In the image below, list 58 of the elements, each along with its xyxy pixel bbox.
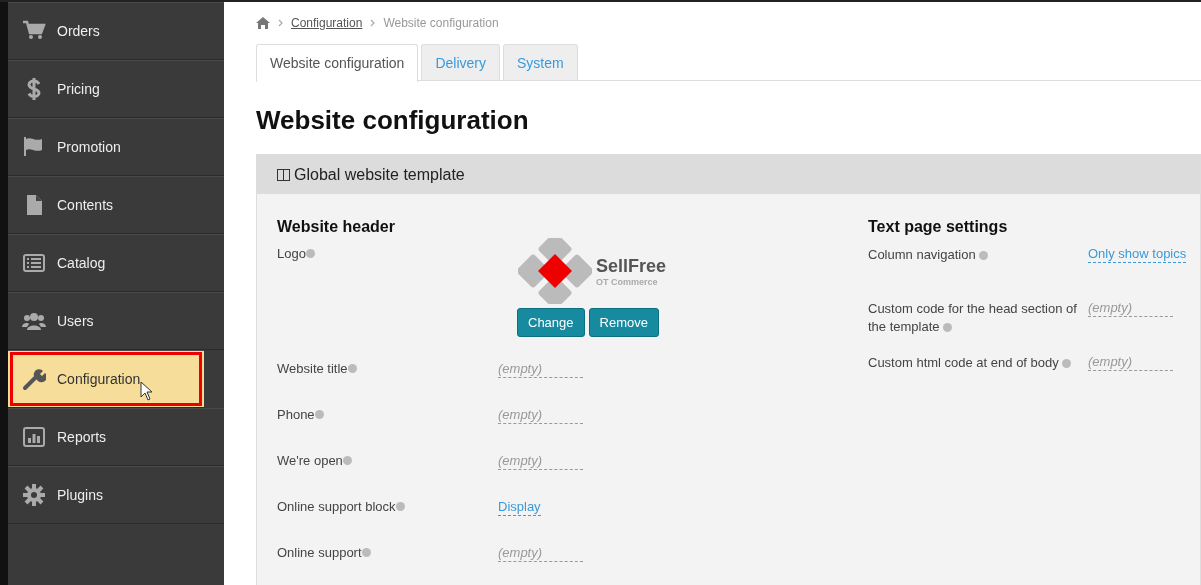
- chevron-icon: [370, 19, 376, 27]
- sidebar-item[interactable]: Pricing: [8, 60, 224, 118]
- help-icon: [342, 456, 352, 465]
- tab[interactable]: Website configuration: [256, 44, 419, 82]
- field-label: Custom code for the head section of the template: [868, 300, 1078, 336]
- logo-mark-icon: [518, 238, 592, 304]
- value-link[interactable]: Only show topics: [1088, 246, 1187, 263]
- sidebar-item[interactable]: Promotion: [8, 118, 224, 176]
- breadcrumb-link[interactable]: Configuration: [291, 16, 363, 30]
- section-heading: Website header: [277, 218, 396, 236]
- field-label: Logo: [277, 246, 518, 361]
- section-heading: Text page settings: [868, 218, 1009, 236]
- help-icon: [943, 323, 953, 332]
- tab[interactable]: Delivery: [421, 44, 500, 80]
- columns-icon: [277, 168, 290, 181]
- logo-action-button[interactable]: Remove: [588, 308, 659, 337]
- empty-value-link[interactable]: (empty): [1088, 354, 1173, 371]
- help-icon: [305, 249, 315, 258]
- list-icon: [22, 251, 46, 275]
- help-icon: [1062, 359, 1072, 368]
- gear-icon: [22, 483, 46, 507]
- help-icon: [361, 548, 371, 557]
- field-label: Online support: [277, 545, 498, 585]
- home-icon: [256, 17, 270, 29]
- empty-value-link[interactable]: (empty): [498, 407, 583, 424]
- tab[interactable]: System: [502, 44, 578, 80]
- sidebar-item[interactable]: Users: [8, 292, 224, 350]
- logo-brand-name: SellFree: [596, 255, 667, 277]
- value-link[interactable]: Display: [498, 499, 541, 516]
- sidebar-item[interactable]: Plugins: [8, 466, 224, 524]
- bar-chart-icon: [22, 425, 46, 449]
- page-title: Website configuration: [256, 105, 530, 136]
- field-label: We're open: [277, 453, 498, 499]
- help-icon: [314, 410, 324, 419]
- help-icon: [979, 251, 989, 260]
- sidebar-item[interactable]: Orders: [8, 2, 224, 60]
- wrench-icon: [22, 367, 46, 391]
- panel-title: Global website template: [294, 165, 465, 184]
- sidebar-item[interactable]: Configuration: [8, 350, 204, 408]
- cursor-icon: [140, 381, 153, 401]
- sidebar-item[interactable]: Catalog: [8, 234, 224, 292]
- field-label: Custom html code at end of body: [868, 354, 1088, 400]
- help-icon: [347, 364, 357, 373]
- logo-action-button[interactable]: Change: [517, 308, 585, 337]
- empty-value-link[interactable]: (empty): [498, 453, 583, 470]
- help-icon: [395, 502, 405, 511]
- field-label: Online support block: [277, 499, 498, 545]
- field-label: Column navigation: [868, 246, 1088, 292]
- chevron-icon: [278, 19, 283, 27]
- field-label: Website title: [277, 361, 498, 407]
- empty-value-link[interactable]: (empty): [498, 361, 583, 378]
- sidebar-item[interactable]: Contents: [8, 176, 224, 234]
- empty-value-link[interactable]: (empty): [498, 545, 583, 562]
- empty-value-link[interactable]: (empty): [1088, 300, 1173, 317]
- breadcrumb-current: Website configuration: [383, 16, 499, 30]
- logo-tagline: OT Commerce: [596, 276, 659, 287]
- sidebar-item[interactable]: Reports: [8, 408, 224, 466]
- field-label: Phone: [277, 407, 498, 453]
